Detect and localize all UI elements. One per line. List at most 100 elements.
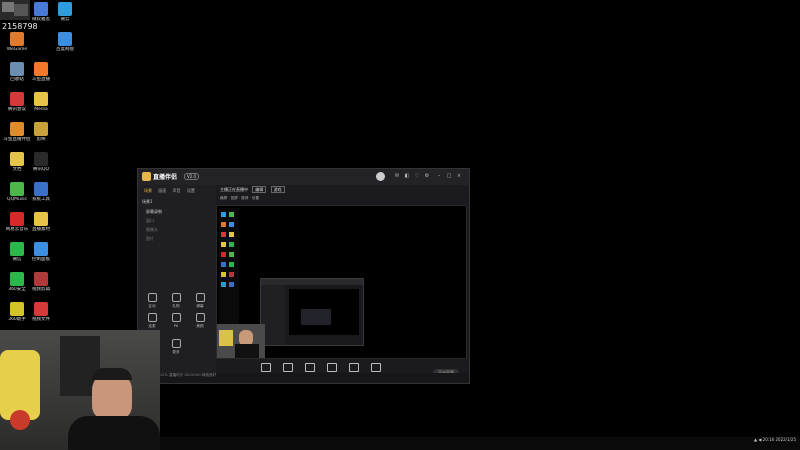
preview-settings-button[interactable]: 设置 <box>252 196 259 200</box>
preview-area: 主播正在直播中 编辑 游戏 横屏 · 竖屏 · 推荐 · 设置 <box>216 185 469 383</box>
clock-date[interactable]: 2022/1/25 <box>775 437 796 442</box>
app-icon <box>34 152 48 166</box>
desktop-icon[interactable]: 控制面板 <box>26 242 56 262</box>
app-icon <box>34 272 48 286</box>
favorite-icon[interactable]: ♡ <box>414 173 420 179</box>
version-badge: V2.0 <box>184 173 200 180</box>
maximize-icon[interactable]: □ <box>446 173 452 179</box>
taskbar: ▲ ◀ 20:16 2022/1/25 <box>160 437 800 450</box>
streamer-body <box>68 416 160 450</box>
streamer-hair <box>92 368 132 380</box>
live-title: 主播正在直播中 <box>220 187 248 192</box>
minimize-icon[interactable]: – <box>436 173 442 179</box>
desktop-icon[interactable]: 微云 <box>50 2 80 22</box>
danmaku-icon <box>195 293 205 302</box>
desktop-icon[interactable]: 斗鱼直播 <box>26 62 56 82</box>
room-id-label: 2158798 <box>2 22 38 31</box>
app-icon <box>34 2 48 16</box>
pk-icon <box>171 313 181 322</box>
volume-icon[interactable]: ◀ <box>758 437 761 442</box>
scene-item[interactable]: 屏幕录制 <box>146 209 162 215</box>
app-icon <box>10 122 24 136</box>
camera-icon <box>283 363 293 372</box>
landscape-button[interactable]: 横屏 <box>220 196 227 200</box>
app-icon <box>34 182 48 196</box>
tool-label[interactable]: 互动 <box>148 304 155 308</box>
edit-title-button[interactable]: 编辑 <box>252 186 267 193</box>
title-bar: 直播伴侣 V2.0 ✉ ◧ ♡ ⚙ – □ × <box>138 169 469 185</box>
desktop-icon[interactable]: 百度网盘 <box>50 32 80 52</box>
app-icon <box>34 242 48 256</box>
app-icon <box>34 92 48 106</box>
microphone-icon <box>349 363 359 372</box>
desktop-icon-label: 剪映 <box>36 137 46 142</box>
network-icon[interactable]: ▲ <box>754 437 757 442</box>
desktop-icon[interactable]: 腾讯QQ <box>26 152 56 172</box>
system-tray: ▲ ◀ 20:16 2022/1/25 <box>754 437 796 442</box>
category-button[interactable]: 游戏 <box>270 186 285 193</box>
mic-link-icon <box>147 313 157 322</box>
live-streaming-app-window: 直播伴侣 V2.0 ✉ ◧ ♡ ⚙ – □ × 场景 画面 声音 设置 场景1 … <box>137 168 470 384</box>
desktop-icon[interactable]: Media <box>26 92 56 112</box>
tool-label[interactable]: 美颜 <box>196 324 203 328</box>
app-icon <box>10 32 24 46</box>
message-icon[interactable]: ✉ <box>394 173 400 179</box>
window-icon <box>305 363 315 372</box>
close-icon[interactable]: × <box>456 173 462 179</box>
tab-scene[interactable]: 场景 <box>144 188 152 193</box>
scene-item[interactable]: 图片 <box>146 236 154 242</box>
app-icon <box>10 62 24 76</box>
desktop-icon[interactable]: 视频文件 <box>26 302 56 322</box>
desktop-icon[interactable]: 直播素材 <box>26 212 56 232</box>
desktop-icon-label: 视频文件 <box>32 317 50 322</box>
app-icon <box>10 182 24 196</box>
clock-time[interactable]: 20:16 <box>763 437 775 442</box>
app-icon <box>10 92 24 106</box>
webcam-capture-in-preview <box>217 324 265 358</box>
status-bar: FPS 30 CPU 12% 直播时长 00:00:00 网络良好 <box>138 373 469 383</box>
desktop-icon-label: 视频剪辑 <box>32 287 50 292</box>
app-icon <box>10 302 24 316</box>
user-avatar[interactable] <box>376 172 385 181</box>
app-icon <box>34 302 48 316</box>
scene-item[interactable]: 窗口 <box>146 218 154 224</box>
desktop-icon[interactable]: 剪映 <box>26 122 56 142</box>
desktop-icon-label: 腾讯QQ <box>32 167 50 172</box>
portrait-button[interactable]: 竖屏 <box>231 196 238 200</box>
desktop-icon[interactable]: 视频剪辑 <box>26 272 56 292</box>
preview-toolbar: 横屏 · 竖屏 · 推荐 · 设置 <box>220 196 260 200</box>
app-logo-icon <box>142 172 151 181</box>
tool-label[interactable]: 更多 <box>172 350 179 354</box>
app-icon <box>34 122 48 136</box>
desktop-icon-label: 微云 <box>60 17 70 22</box>
scene-item[interactable]: 场景1 <box>142 199 153 205</box>
recommend-button[interactable]: 推荐 <box>241 196 248 200</box>
webcam-overlay <box>0 330 160 450</box>
nested-app-capture <box>260 278 364 346</box>
tool-label[interactable]: PK <box>174 324 179 328</box>
desktop-icon-label: 控制面板 <box>32 257 50 262</box>
tab-settings[interactable]: 设置 <box>187 188 195 193</box>
scene-item[interactable]: 摄像头 <box>146 227 158 233</box>
tool-label[interactable]: 礼物 <box>172 304 179 308</box>
app-icon <box>10 242 24 256</box>
app-icon <box>58 2 72 16</box>
desktop-icon[interactable]: WeGame <box>2 32 32 52</box>
desktop-icon[interactable]: 系统工具 <box>26 182 56 202</box>
tool-label[interactable]: 连麦 <box>148 324 155 328</box>
screen-icon <box>261 363 271 372</box>
app-icon <box>58 32 72 46</box>
desktop-icon-label: 直播素材 <box>32 227 50 232</box>
settings-icon[interactable]: ⚙ <box>424 173 430 179</box>
skin-icon[interactable]: ◧ <box>404 173 410 179</box>
tool-label[interactable]: 弹幕 <box>196 304 203 308</box>
interact-icon <box>147 293 157 302</box>
desktop-icon-label: WeGame <box>6 47 28 52</box>
live-title-row: 主播正在直播中 编辑 游戏 <box>220 186 285 193</box>
more-icon <box>171 339 181 348</box>
stream-preview[interactable] <box>216 205 467 359</box>
app-icon <box>34 62 48 76</box>
desktop-icon-label: 系统工具 <box>32 197 50 202</box>
tab-audio[interactable]: 声音 <box>173 188 181 193</box>
tab-picture[interactable]: 画面 <box>158 188 166 193</box>
